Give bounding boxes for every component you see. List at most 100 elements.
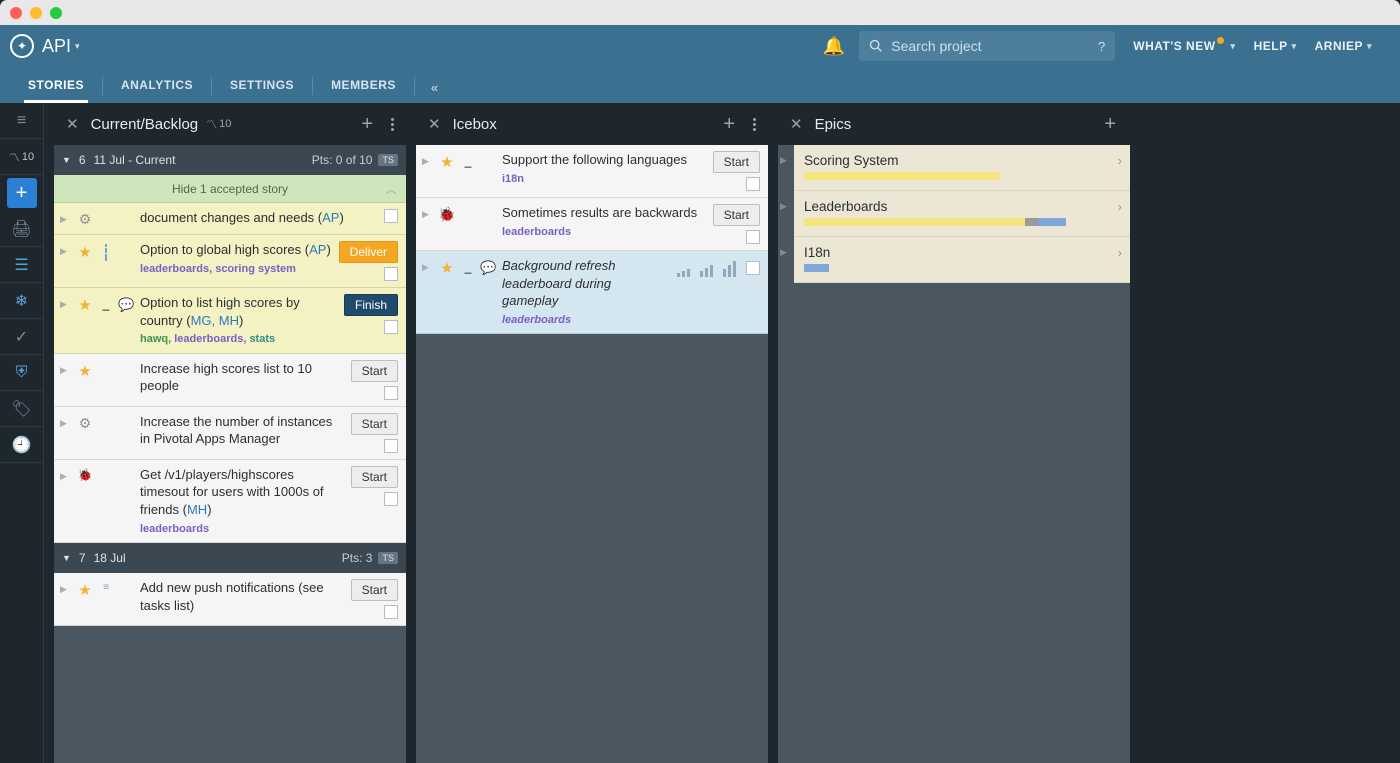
- toggle-icon[interactable]: TS: [378, 154, 398, 166]
- select-checkbox[interactable]: [384, 320, 398, 334]
- rail-tag-icon[interactable]: 🏷: [0, 391, 44, 427]
- tab-analytics[interactable]: ANALYTICS: [105, 67, 209, 103]
- expand-icon[interactable]: ▶: [60, 209, 70, 228]
- story-row[interactable]: ▶ ★ Option to global high scores (AP) le…: [54, 235, 406, 288]
- rail-hamburger-icon[interactable]: ≡: [0, 103, 44, 139]
- search-help-icon[interactable]: ?: [1098, 39, 1105, 54]
- story-row[interactable]: ▶ ★ _ Support the following languages i1…: [416, 145, 768, 198]
- finish-button[interactable]: Finish: [344, 294, 398, 316]
- story-labels[interactable]: i18n: [502, 172, 707, 187]
- story-row[interactable]: ▶ ★ Increase high scores list to 10 peop…: [54, 354, 406, 407]
- expand-icon[interactable]: ▶: [60, 241, 70, 281]
- story-row[interactable]: ▶ ★ _ 💬 Option to list high scores by co…: [54, 288, 406, 354]
- owner-link[interactable]: MH: [187, 502, 207, 517]
- select-checkbox[interactable]: [384, 605, 398, 619]
- select-checkbox[interactable]: [384, 267, 398, 281]
- select-checkbox[interactable]: [746, 177, 760, 191]
- epic-row[interactable]: ▶ I18n ›: [794, 237, 1130, 283]
- story-row[interactable]: ▶ ⚙ document changes and needs (AP): [54, 203, 406, 235]
- search-input[interactable]: [891, 38, 1098, 54]
- notifications-icon[interactable]: 🔔: [823, 36, 845, 57]
- panel-velocity[interactable]: 〽 10: [206, 116, 231, 132]
- tab-settings[interactable]: SETTINGS: [214, 67, 310, 103]
- expand-icon[interactable]: ▶: [422, 257, 432, 327]
- select-checkbox[interactable]: [384, 209, 398, 223]
- select-checkbox[interactable]: [384, 386, 398, 400]
- story-labels[interactable]: hawq, leaderboards, stats: [140, 332, 338, 347]
- panel-add-icon[interactable]: +: [355, 111, 379, 138]
- select-checkbox[interactable]: [384, 492, 398, 506]
- expand-icon[interactable]: ▶: [60, 413, 70, 453]
- owner-link[interactable]: AP: [322, 210, 339, 225]
- start-button[interactable]: Start: [351, 466, 398, 488]
- rail-list-icon[interactable]: ☰: [0, 247, 44, 283]
- close-icon[interactable]: [10, 7, 22, 19]
- open-epic-icon[interactable]: ›: [1118, 245, 1122, 260]
- rail-velocity[interactable]: 〽 10: [0, 139, 44, 175]
- story-labels[interactable]: leaderboards, scoring system: [140, 262, 333, 277]
- user-menu[interactable]: ARNIEP▾: [1315, 39, 1372, 53]
- story-row[interactable]: ▶ ⚙ Increase the number of instances in …: [54, 407, 406, 460]
- expand-icon[interactable]: ▶: [780, 201, 787, 212]
- expand-icon[interactable]: ▶: [60, 466, 70, 536]
- project-name[interactable]: API: [42, 36, 71, 57]
- tab-stories[interactable]: STORIES: [12, 67, 100, 103]
- open-epic-icon[interactable]: ›: [1118, 199, 1122, 214]
- accepted-stories-toggle[interactable]: Hide 1 accepted story︿: [54, 175, 406, 203]
- iteration-header[interactable]: ▼ 7 18 Jul Pts: 3TS: [54, 543, 406, 573]
- expand-icon[interactable]: ▶: [422, 204, 432, 244]
- panel-menu-icon[interactable]: [749, 118, 760, 131]
- collapse-tabs-icon[interactable]: «: [417, 80, 452, 103]
- close-panel-icon[interactable]: ✕: [424, 111, 445, 137]
- panel-add-icon[interactable]: +: [1098, 111, 1122, 138]
- rail-done-icon[interactable]: ✓: [0, 319, 44, 355]
- start-button[interactable]: Start: [713, 204, 760, 226]
- expand-icon[interactable]: ▶: [780, 155, 787, 166]
- add-story-button[interactable]: +: [7, 178, 37, 208]
- rail-snow-icon[interactable]: ❄: [0, 283, 44, 319]
- close-panel-icon[interactable]: ✕: [786, 111, 807, 137]
- start-button[interactable]: Start: [351, 579, 398, 601]
- search-box[interactable]: ?: [859, 31, 1115, 61]
- start-button[interactable]: Start: [713, 151, 760, 173]
- story-row[interactable]: ▶ ★ _ 💬 Background refresh leaderboard d…: [416, 251, 768, 334]
- story-labels[interactable]: leaderboards: [502, 313, 671, 328]
- rail-history-icon[interactable]: 🕘: [0, 427, 44, 463]
- expand-icon[interactable]: ▶: [60, 360, 70, 400]
- story-row[interactable]: ▶ 🐞 Get /v1/players/highscores timesout …: [54, 460, 406, 543]
- owner-link[interactable]: MG, MH: [191, 313, 239, 328]
- select-checkbox[interactable]: [384, 439, 398, 453]
- epic-row[interactable]: ▶ Scoring System ›: [794, 145, 1130, 191]
- minimize-icon[interactable]: [30, 7, 42, 19]
- expand-icon[interactable]: ▶: [422, 151, 432, 191]
- expand-icon[interactable]: ▶: [780, 247, 787, 258]
- panel-menu-icon[interactable]: [387, 118, 398, 131]
- close-panel-icon[interactable]: ✕: [62, 111, 83, 137]
- start-button[interactable]: Start: [351, 413, 398, 435]
- start-button[interactable]: Start: [351, 360, 398, 382]
- story-row[interactable]: ▶ 🐞 Sometimes results are backwards lead…: [416, 198, 768, 251]
- epic-row[interactable]: ▶ Leaderboards ›: [794, 191, 1130, 237]
- select-checkbox[interactable]: [746, 261, 760, 275]
- rail-shield-icon[interactable]: ⛨: [0, 355, 44, 391]
- story-row[interactable]: ▶ ★ ≡ Add new push notifications (see ta…: [54, 573, 406, 626]
- owner-link[interactable]: AP: [309, 242, 326, 257]
- rail-mywork-icon[interactable]: 🖨: [0, 211, 44, 247]
- select-checkbox[interactable]: [746, 230, 760, 244]
- iteration-header[interactable]: ▼ 6 11 Jul - Current Pts: 0 of 10TS: [54, 145, 406, 175]
- expand-icon[interactable]: ▶: [60, 294, 70, 347]
- story-labels[interactable]: leaderboards: [502, 225, 707, 240]
- tab-members[interactable]: MEMBERS: [315, 67, 412, 103]
- panel-add-icon[interactable]: +: [717, 111, 741, 138]
- project-dropdown-icon[interactable]: ▾: [75, 41, 80, 52]
- open-epic-icon[interactable]: ›: [1118, 153, 1122, 168]
- comments-icon[interactable]: 💬: [480, 257, 496, 327]
- toggle-icon[interactable]: TS: [378, 552, 398, 564]
- story-labels[interactable]: leaderboards: [140, 522, 345, 537]
- whats-new-link[interactable]: WHAT'S NEW▾: [1133, 39, 1235, 53]
- deliver-button[interactable]: Deliver: [339, 241, 398, 263]
- help-link[interactable]: HELP▾: [1254, 39, 1297, 53]
- estimate-selector[interactable]: [677, 259, 736, 277]
- zoom-icon[interactable]: [50, 7, 62, 19]
- comments-icon[interactable]: 💬: [118, 294, 134, 347]
